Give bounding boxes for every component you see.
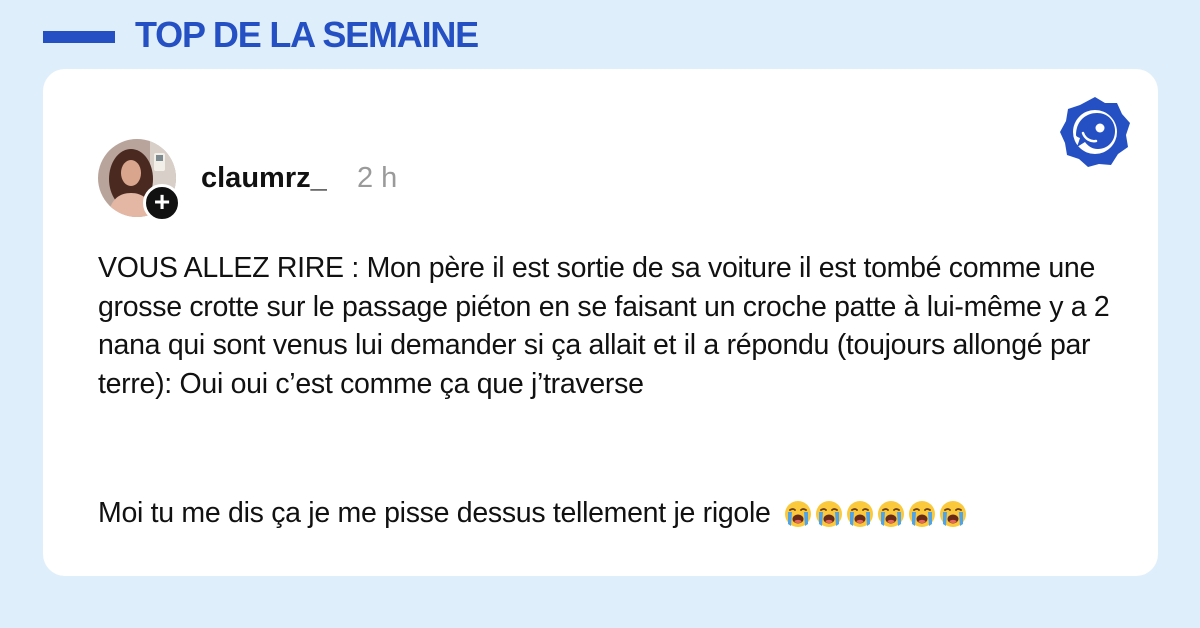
post-body-paragraph-1: VOUS ALLEZ RIRE : Mon père il est sortie… <box>98 252 1110 400</box>
loudly-crying-face-icon <box>785 501 812 527</box>
emoji-row <box>784 500 970 538</box>
plus-icon: + <box>153 186 171 217</box>
loudly-crying-face-icon <box>816 501 843 527</box>
loudly-crying-face-icon <box>878 501 905 527</box>
loudly-crying-face-icon <box>940 501 967 527</box>
loudly-crying-face-icon <box>909 501 936 527</box>
follow-button[interactable]: + <box>143 184 181 222</box>
post-body-text-2: Moi tu me dis ça je me pisse dessus tell… <box>98 497 771 529</box>
post-timestamp: 2 h <box>357 162 398 194</box>
section-title: TOP DE LA SEMAINE <box>135 14 479 55</box>
loudly-crying-face-icon <box>847 501 874 527</box>
post-username[interactable]: claumrz_ <box>201 162 327 195</box>
post-body-paragraph-2: Moi tu me dis ça je me pisse dessus tell… <box>98 494 970 538</box>
header-accent-bar <box>43 31 115 43</box>
brand-badge-icon <box>1060 97 1130 167</box>
